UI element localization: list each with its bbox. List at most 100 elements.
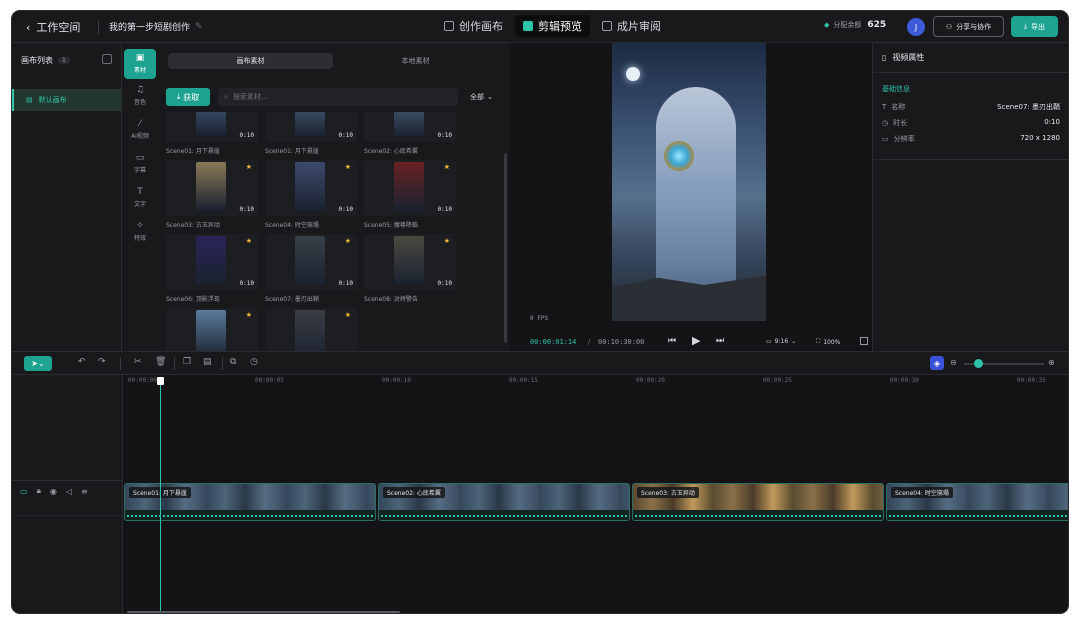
ruler-tick: 00:00:35 [1017, 377, 1046, 384]
skip-back-icon[interactable]: ⏮ [668, 336, 676, 346]
eye-icon[interactable]: ◉ [50, 487, 57, 496]
fit-icon: ⛶ [816, 338, 821, 345]
timeline-zoom-knob[interactable] [974, 359, 983, 368]
star-icon[interactable]: ★ [444, 237, 450, 245]
undo-icon[interactable]: ↶ [78, 357, 86, 367]
app-window: ‹ 工作空间 我的第一步短剧创作 ✎ 创作画布 剪辑预览 成片审阅 ◆ 分配余额 [11, 10, 1069, 614]
delete-icon[interactable]: 🗑 [155, 357, 166, 367]
canvas-list-panel: 画布列表 1 ▤ 默认画布 [12, 43, 122, 351]
back-to-workspace-button[interactable]: ‹ 工作空间 [26, 19, 80, 35]
mode-tab-canvas[interactable]: 创作画布 [436, 15, 511, 37]
star-icon[interactable]: ★ [345, 237, 351, 245]
lock-icon[interactable]: 🔒︎ [37, 486, 41, 496]
timeline-clip[interactable]: Scene02: 心底希翼 [378, 483, 630, 521]
document-icon: ▯ [882, 53, 887, 62]
redo-icon[interactable]: ↷ [98, 357, 106, 367]
mode-tab-review[interactable]: 成片审阅 [594, 15, 669, 37]
snap-magnet-icon[interactable]: ◈ [930, 356, 944, 370]
share-collaborate-button[interactable]: ⚇ 分享与协作 [933, 16, 1004, 37]
timeline-clip[interactable]: Scene01: 月下悬崖 [124, 483, 376, 521]
material-card[interactable]: ★0:10 [265, 308, 357, 351]
material-card[interactable]: ★ 0:10 Scene04: 时空崩塌 [265, 160, 357, 230]
material-card[interactable]: ★ 0:10 Scene07: 墨刃出鞘 [265, 234, 357, 304]
star-icon[interactable]: ★ [246, 237, 252, 245]
material-card[interactable]: 0:10 Scene01: 月下悬崖 [166, 112, 258, 156]
tool-effects[interactable]: ✧ 特效 [124, 217, 156, 247]
material-card[interactable]: 0:10 Scene01: 月下悬崖 [265, 112, 357, 156]
chevron-down-icon: ⌄ [791, 338, 797, 345]
preview-frame [612, 43, 766, 321]
star-icon[interactable]: ★ [345, 311, 351, 319]
scissors-icon[interactable]: ✂ [134, 357, 142, 367]
material-label: Scene08: 对峙警告 [364, 296, 418, 303]
tool-label: 素材 [133, 67, 146, 74]
divider [873, 159, 1068, 160]
select-tool-button[interactable]: ➤⌄ [24, 356, 52, 371]
material-thumbnail: ★ 0:10 [166, 160, 258, 216]
tool-voice[interactable]: ♫ 音色 [124, 81, 156, 111]
playhead-handle[interactable] [157, 377, 164, 385]
tool-subtitle[interactable]: ▭ 字幕 [124, 149, 156, 179]
get-materials-button[interactable]: ⤓ 获取 [166, 88, 210, 106]
timeline-scrollbar[interactable] [127, 611, 400, 613]
time-ruler[interactable]: 00:00:00 00:00:05 00:00:10 00:00:15 00:00:20… [124, 375, 1068, 389]
moon-graphic [626, 67, 640, 81]
filter-dropdown[interactable]: 全部 ⌄ [470, 92, 493, 102]
material-card[interactable]: ★ 0:10 Scene08: 对峙警告 [364, 234, 456, 304]
project-name[interactable]: 我的第一步短剧创作 ✎ [109, 20, 203, 34]
tool-ai-video[interactable]: ⁄ AI视频 [124, 115, 156, 145]
speaker-icon[interactable]: ◁ [66, 487, 72, 496]
skip-forward-icon[interactable]: ⏭ [716, 336, 724, 346]
material-duration: 0:10 [239, 132, 254, 139]
timeline-clip[interactable]: Scene03: 古玉异动 [632, 483, 884, 521]
track-menu-icon[interactable]: ≡ [81, 487, 88, 496]
cursor-icon: ➤⌄ [31, 359, 45, 368]
audio-waveform [125, 510, 375, 520]
material-card[interactable]: ★ 0:10 Scene06: 顶影浮现 [166, 234, 258, 304]
zoom-out-icon[interactable]: ⊖ [950, 358, 957, 367]
material-card[interactable]: ★ 0:10 Scene05: 魔尊降临 [364, 160, 456, 230]
tab-local-materials[interactable]: 本地素材 [333, 53, 498, 69]
properties-panel: ▯ 视频属性 基础信息 T 名称 Scene07: 墨刃出鞘 ◷ 时长 0:10 ▭… [872, 43, 1068, 351]
material-card[interactable]: ★ 0:10 Scene03: 古玉异动 [166, 160, 258, 230]
tool-materials[interactable]: ▣ 素材 [124, 49, 156, 79]
avatar[interactable]: J [907, 18, 925, 36]
canvas-count-badge: 1 [58, 57, 70, 64]
aspect-ratio-dropdown[interactable]: ▭ 9:16 ⌄ [766, 338, 796, 345]
text-icon: T [882, 103, 887, 111]
star-icon[interactable]: ★ [345, 163, 351, 171]
preview-zoom-dropdown[interactable]: ⛶ 100% [816, 338, 840, 346]
back-label: 工作空间 [36, 21, 81, 34]
add-canvas-icon[interactable] [102, 54, 112, 64]
playhead[interactable] [160, 381, 161, 613]
edit-pencil-icon[interactable]: ✎ [195, 22, 203, 32]
materials-scrollbar[interactable] [504, 153, 507, 343]
play-icon[interactable]: ▶ [692, 334, 700, 347]
material-label: Scene04: 时空崩塌 [265, 222, 319, 229]
mode-tab-edit-preview[interactable]: 剪辑预览 [515, 15, 590, 37]
crop-icon[interactable]: ⧉ [230, 357, 236, 367]
music-icon: ♫ [135, 85, 145, 95]
star-icon[interactable]: ★ [246, 311, 252, 319]
canvas-item-default[interactable]: ▤ 默认画布 [12, 89, 121, 111]
material-card[interactable]: 0:10 Scene02: 心底希翼 [364, 112, 456, 156]
export-button[interactable]: ⤓ 导出 [1011, 16, 1058, 37]
timer-icon[interactable]: ◷ [250, 357, 258, 367]
zoom-in-icon[interactable]: ⊕ [1048, 358, 1055, 367]
get-label: 获取 [183, 92, 200, 102]
paste-icon[interactable]: ▤ [203, 357, 212, 367]
fullscreen-icon[interactable] [860, 337, 868, 345]
timeline-clip[interactable]: Scene04: 时空崩塌 [886, 483, 1068, 521]
star-icon[interactable]: ★ [444, 163, 450, 171]
tool-text[interactable]: T 文字 [124, 183, 156, 213]
star-icon[interactable]: ★ [246, 163, 252, 171]
search-input[interactable]: ⌕ 搜索素材... [218, 88, 458, 106]
mode-tab-label: 成片审阅 [617, 20, 661, 33]
top-bar: ‹ 工作空间 我的第一步短剧创作 ✎ 创作画布 剪辑预览 成片审阅 ◆ 分配余额 [12, 11, 1068, 43]
track-headers: ▭ 🔒︎ ◉ ◁ ≡ [12, 375, 123, 613]
material-card[interactable]: ★0:10 [166, 308, 258, 351]
subtitle-icon: ▭ [135, 153, 145, 163]
clock-icon: ◷ [882, 119, 889, 127]
tab-canvas-materials[interactable]: 画布素材 [168, 53, 333, 69]
copy-icon[interactable]: ❐ [183, 357, 191, 367]
